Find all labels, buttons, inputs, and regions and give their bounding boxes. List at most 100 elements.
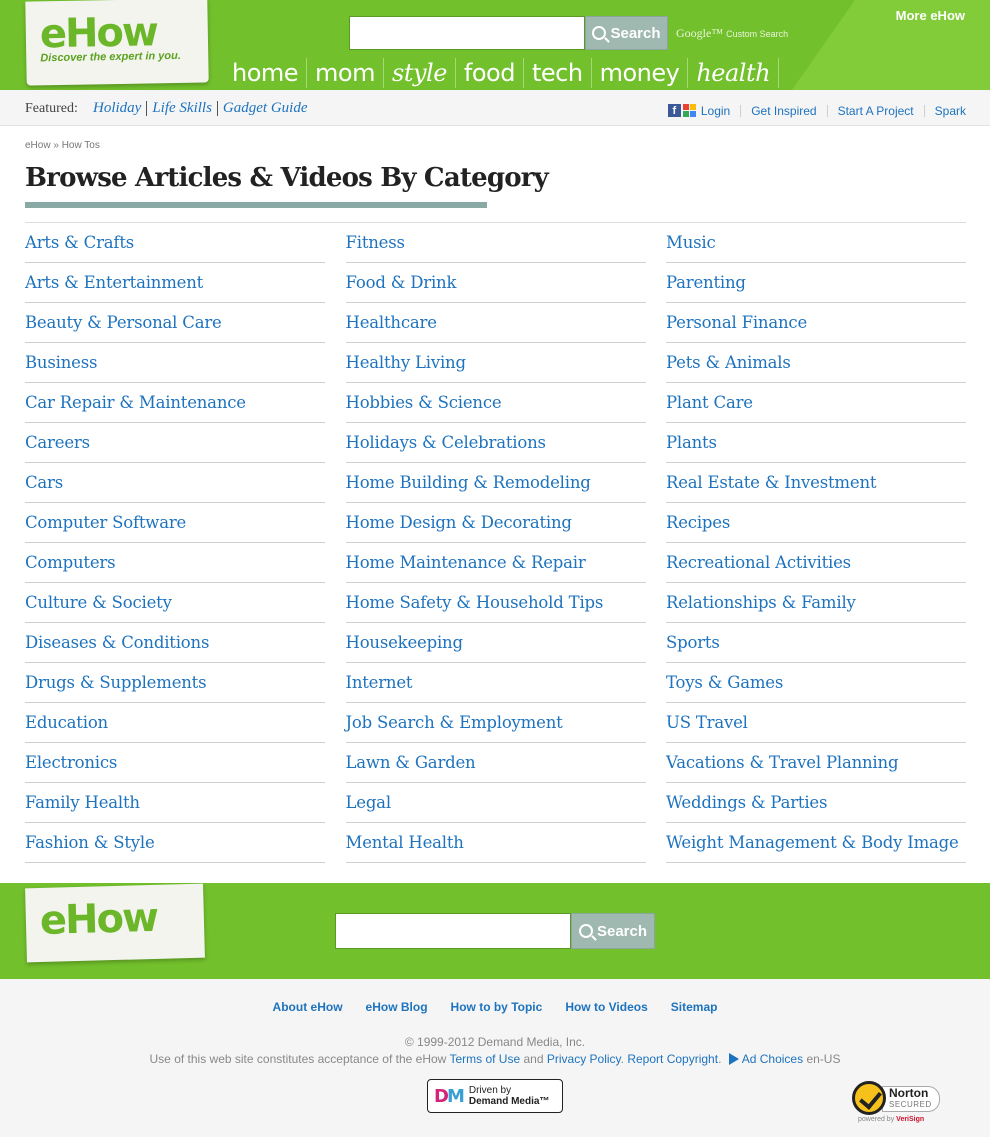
category-link[interactable]: Hobbies & Science	[345, 383, 646, 423]
user-links: f Login Get Inspired Start A Project Spa…	[667, 104, 966, 117]
nav-money[interactable]: money	[592, 58, 689, 88]
category-link[interactable]: Drugs & Supplements	[25, 663, 325, 703]
category-link[interactable]: Healthy Living	[345, 343, 646, 383]
ad-choices-icon[interactable]	[728, 1053, 739, 1065]
demand-media-text: Driven by Demand Media™	[469, 1085, 550, 1107]
category-link[interactable]: Recreational Activities	[666, 543, 966, 583]
login-link[interactable]: Login	[699, 104, 742, 117]
demand-media-icon: DM	[434, 1085, 465, 1107]
category-link[interactable]: Computer Software	[25, 503, 325, 543]
category-link[interactable]: Arts & Crafts	[25, 223, 325, 263]
privacy-policy-link[interactable]: Privacy Policy	[547, 1052, 621, 1066]
featured-link-gadget-guide[interactable]: Gadget Guide	[218, 101, 313, 116]
legal-and: and	[523, 1052, 544, 1066]
category-link[interactable]: Parenting	[666, 263, 966, 303]
category-link[interactable]: Culture & Society	[25, 583, 325, 623]
category-link[interactable]: Lawn & Garden	[345, 743, 646, 783]
get-inspired-link[interactable]: Get Inspired	[741, 104, 828, 117]
footer-link-about[interactable]: About eHow	[273, 1000, 343, 1014]
footer-link-sitemap[interactable]: Sitemap	[671, 1000, 718, 1014]
category-link[interactable]: Careers	[25, 423, 325, 463]
category-link[interactable]: Sports	[666, 623, 966, 663]
footer-link-blog[interactable]: eHow Blog	[366, 1000, 428, 1014]
category-link[interactable]: Personal Finance	[666, 303, 966, 343]
category-link[interactable]: Recipes	[666, 503, 966, 543]
category-link[interactable]: Food & Drink	[345, 263, 646, 303]
category-link[interactable]: Electronics	[25, 743, 325, 783]
category-link[interactable]: Housekeeping	[345, 623, 646, 663]
footer-link-how-to-videos[interactable]: How to Videos	[565, 1000, 647, 1014]
category-link[interactable]: Home Design & Decorating	[345, 503, 646, 543]
nav-mom[interactable]: mom	[307, 58, 384, 88]
featured-link-life-skills[interactable]: Life Skills	[147, 101, 218, 116]
category-link[interactable]: Relationships & Family	[666, 583, 966, 623]
nav-home[interactable]: home	[224, 58, 308, 88]
title-underline	[25, 202, 487, 208]
nav-tech[interactable]: tech	[524, 58, 592, 88]
category-link[interactable]: Education	[25, 703, 325, 743]
category-link[interactable]: Cars	[25, 463, 325, 503]
breadcrumb-home[interactable]: eHow	[25, 140, 51, 151]
nav-style[interactable]: style	[384, 58, 456, 88]
category-link[interactable]: Plants	[666, 423, 966, 463]
category-link[interactable]: Home Maintenance & Repair	[345, 543, 646, 583]
category-link[interactable]: Plant Care	[666, 383, 966, 423]
breadcrumb-separator: »	[53, 140, 59, 151]
norton-secured-badge[interactable]: Norton SECURED powered by VeriSign	[852, 1078, 942, 1128]
category-link[interactable]: Home Safety & Household Tips	[345, 583, 646, 623]
category-link[interactable]: Weddings & Parties	[666, 783, 966, 823]
category-link[interactable]: Vacations & Travel Planning	[666, 743, 966, 783]
footer-search-input[interactable]	[335, 913, 571, 949]
category-columns: Arts & Crafts Arts & Entertainment Beaut…	[25, 223, 966, 863]
footer-link-how-to-by-topic[interactable]: How to by Topic	[451, 1000, 543, 1014]
norton-label: Norton SECURED	[882, 1086, 940, 1112]
spark-link[interactable]: Spark	[925, 105, 966, 117]
terms-of-use-link[interactable]: Terms of Use	[449, 1052, 520, 1066]
demand-media-badge[interactable]: DM Driven by Demand Media™	[427, 1079, 563, 1113]
more-ehow-link[interactable]: More eHow	[896, 8, 965, 23]
category-link[interactable]: Fitness	[345, 223, 646, 263]
category-link[interactable]: Internet	[345, 663, 646, 703]
custom-search-text: Custom Search	[726, 29, 789, 39]
nav-health[interactable]: health	[688, 58, 780, 88]
norton-powered-text: powered by	[858, 1116, 895, 1123]
category-link[interactable]: Arts & Entertainment	[25, 263, 325, 303]
start-a-project-link[interactable]: Start A Project	[828, 104, 925, 117]
report-copyright-link[interactable]: Report Copyright	[627, 1052, 718, 1066]
category-link[interactable]: Diseases & Conditions	[25, 623, 325, 663]
category-link[interactable]: Toys & Games	[666, 663, 966, 703]
ehow-logo[interactable]: eHow Discover the expert in you.	[25, 0, 209, 86]
category-link[interactable]: Job Search & Employment	[345, 703, 646, 743]
category-link[interactable]: Computers	[25, 543, 325, 583]
category-link[interactable]: Pets & Animals	[666, 343, 966, 383]
norton-name: Norton	[889, 1086, 929, 1100]
category-link[interactable]: Mental Health	[345, 823, 646, 863]
top-nav: home mom style food tech money health	[224, 58, 780, 90]
category-link[interactable]: Family Health	[25, 783, 325, 823]
nav-food[interactable]: food	[456, 58, 524, 88]
category-link[interactable]: Beauty & Personal Care	[25, 303, 325, 343]
category-link[interactable]: Home Building & Remodeling	[345, 463, 646, 503]
footer-ehow-logo[interactable]: eHow	[25, 883, 205, 963]
category-link[interactable]: Holidays & Celebrations	[345, 423, 646, 463]
search-button[interactable]: Search	[585, 16, 668, 50]
category-link[interactable]: Music	[666, 223, 966, 263]
footer-search-button[interactable]: Search	[571, 913, 655, 949]
norton-secured-text: SECURED	[889, 1100, 932, 1109]
facebook-icon: f	[667, 104, 681, 117]
ad-choices-link[interactable]: Ad Choices	[742, 1052, 803, 1066]
social-login-icons[interactable]: f	[667, 104, 696, 117]
category-link[interactable]: Healthcare	[345, 303, 646, 343]
search-input[interactable]	[349, 16, 585, 50]
category-link[interactable]: Real Estate & Investment	[666, 463, 966, 503]
page-title: Browse Articles & Videos By Category	[25, 163, 549, 193]
category-link[interactable]: Business	[25, 343, 325, 383]
google-icon	[682, 104, 696, 117]
breadcrumb: eHow » How Tos	[25, 140, 100, 151]
category-link[interactable]: Fashion & Style	[25, 823, 325, 863]
category-link[interactable]: Weight Management & Body Image	[666, 823, 966, 863]
category-link[interactable]: US Travel	[666, 703, 966, 743]
category-link[interactable]: Car Repair & Maintenance	[25, 383, 325, 423]
category-link[interactable]: Legal	[345, 783, 646, 823]
featured-link-holiday[interactable]: Holiday	[93, 101, 148, 116]
